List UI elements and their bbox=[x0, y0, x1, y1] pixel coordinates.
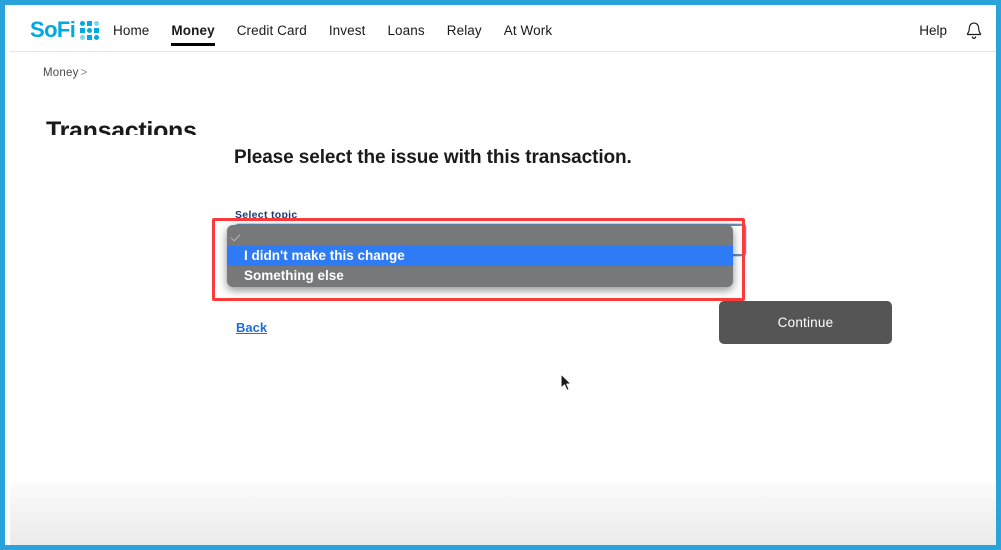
mouse-cursor bbox=[560, 373, 573, 392]
select-topic-label: Select topic bbox=[235, 209, 298, 221]
nav-item-at-work[interactable]: At Work bbox=[504, 10, 552, 51]
logo-cell bbox=[87, 27, 93, 33]
logo-cell bbox=[94, 20, 100, 26]
screenshot-frame: SoFi Home Money Credit Card Invest Loans… bbox=[0, 0, 1001, 550]
page-root: SoFi Home Money Credit Card Invest Loans… bbox=[10, 10, 996, 545]
continue-button[interactable]: Continue bbox=[719, 301, 892, 344]
breadcrumb-item-money[interactable]: Money bbox=[43, 67, 79, 79]
logo-cell bbox=[80, 34, 86, 40]
nav-item-money[interactable]: Money bbox=[171, 10, 215, 51]
dropdown-option-blank[interactable] bbox=[227, 226, 733, 246]
logo-wordmark: SoFi bbox=[30, 17, 76, 42]
dropdown-option-something-else[interactable]: Something else bbox=[227, 266, 733, 286]
main-content: Please select the issue with this transa… bbox=[10, 135, 996, 495]
sofi-logo[interactable]: SoFi bbox=[30, 17, 100, 42]
nav-item-credit-card[interactable]: Credit Card bbox=[237, 10, 307, 51]
sofi-dot-grid-icon bbox=[80, 20, 100, 40]
back-link[interactable]: Back bbox=[236, 320, 267, 335]
nav-item-invest[interactable]: Invest bbox=[329, 10, 366, 51]
logo-cell bbox=[94, 27, 100, 33]
logo-cell bbox=[87, 20, 93, 26]
header-actions: Help bbox=[919, 10, 983, 51]
logo-cell bbox=[94, 34, 100, 40]
dropdown-option-didnt-make-change[interactable]: I didn't make this change bbox=[227, 246, 733, 266]
page-footer bbox=[10, 484, 996, 545]
main-navigation: Home Money Credit Card Invest Loans Rela… bbox=[113, 10, 552, 51]
breadcrumb: Money > bbox=[43, 67, 87, 79]
logo-cell bbox=[80, 27, 86, 33]
logo-cell bbox=[80, 20, 86, 26]
site-header: SoFi Home Money Credit Card Invest Loans… bbox=[10, 10, 996, 52]
help-link[interactable]: Help bbox=[919, 23, 947, 38]
logo-cell bbox=[87, 34, 93, 40]
nav-item-loans[interactable]: Loans bbox=[387, 10, 424, 51]
nav-item-home[interactable]: Home bbox=[113, 10, 149, 51]
select-topic-dropdown[interactable]: I didn't make this change Something else bbox=[227, 225, 733, 287]
breadcrumb-separator: > bbox=[80, 67, 88, 79]
notification-bell-icon[interactable] bbox=[965, 21, 983, 41]
nav-item-relay[interactable]: Relay bbox=[447, 10, 482, 51]
question-heading: Please select the issue with this transa… bbox=[234, 147, 632, 168]
